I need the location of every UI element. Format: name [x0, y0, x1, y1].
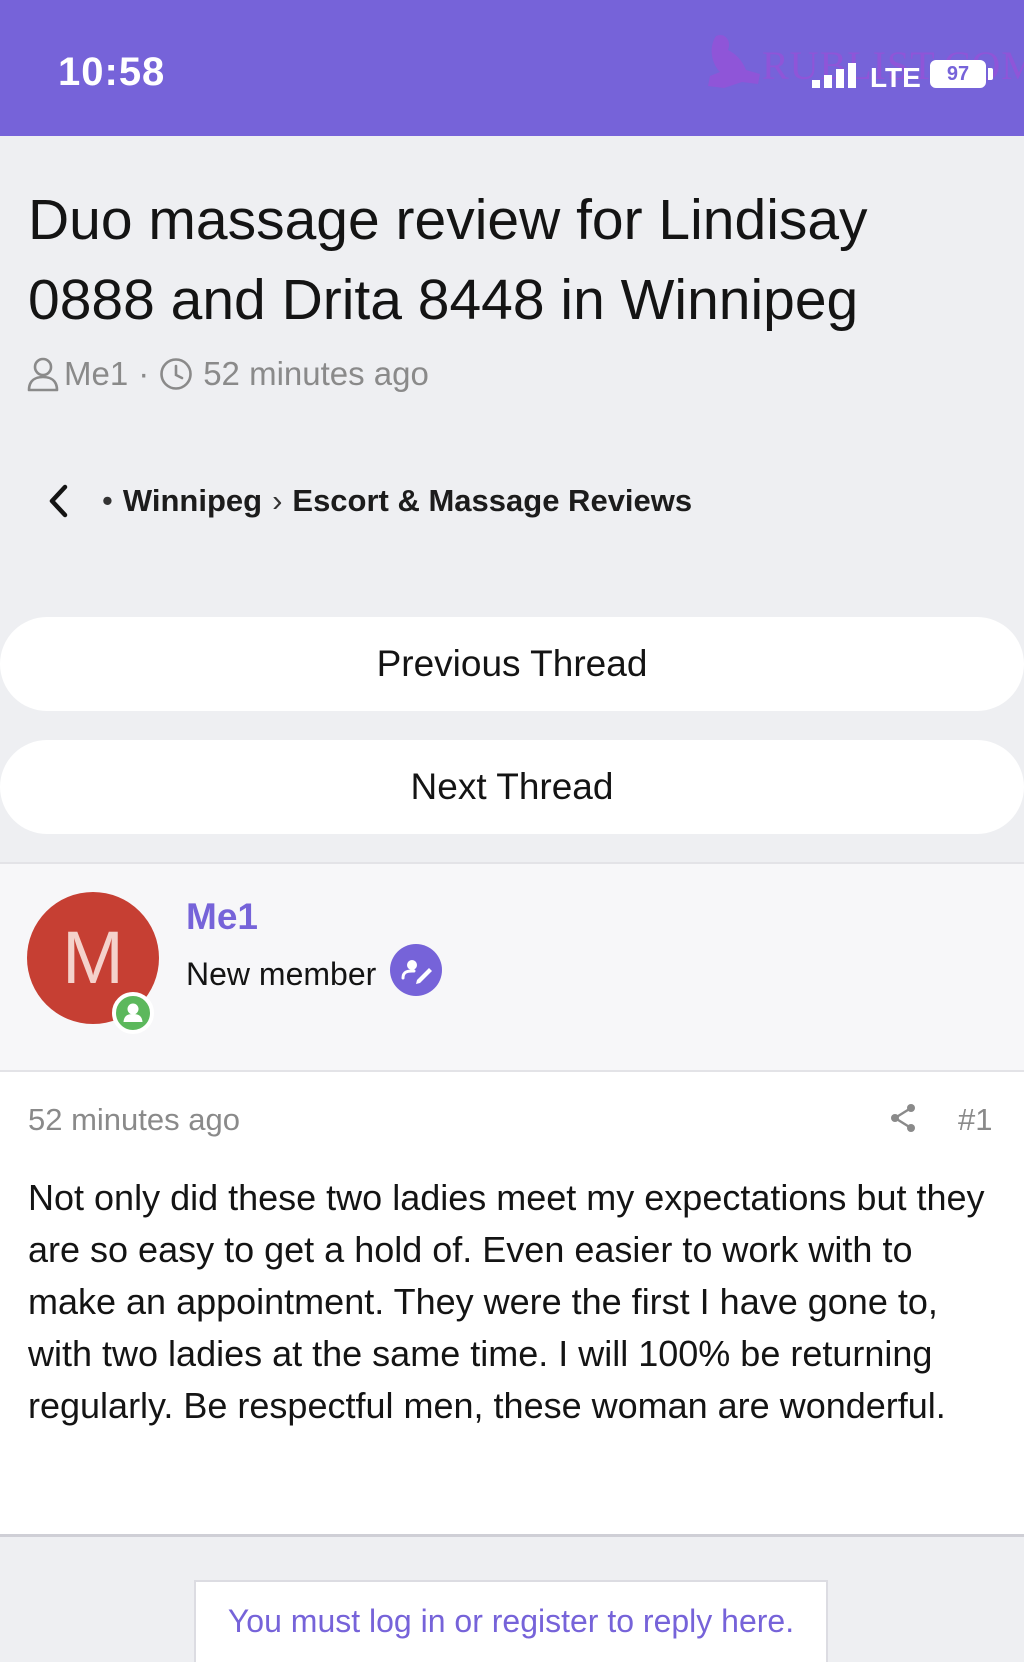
share-icon[interactable]	[888, 1102, 918, 1134]
author-card: M Me1 New member	[0, 862, 1024, 1070]
watermark-figure-icon	[708, 34, 760, 88]
breadcrumb-bullet: •	[102, 483, 113, 518]
author-role: New member	[186, 956, 377, 992]
clock-icon	[160, 358, 193, 390]
battery-cap	[988, 68, 993, 80]
next-thread-button[interactable]: Next Thread	[0, 740, 1024, 834]
post-number-link[interactable]: #1	[958, 1102, 992, 1138]
author-name-link[interactable]: Me1	[186, 896, 258, 938]
breadcrumb-item-reviews[interactable]: Escort & Massage Reviews	[292, 483, 692, 519]
pencil-icon	[390, 944, 442, 996]
battery-icon: 97	[930, 60, 986, 88]
user-icon	[27, 357, 59, 392]
login-to-reply-link[interactable]: You must log in or register to reply her…	[194, 1580, 828, 1662]
thread-meta: Me1 · 52 minutes ago	[26, 352, 429, 396]
thread-author-link[interactable]: Me1	[64, 355, 128, 393]
page-title: Duo massage review for Lindisay 0888 and…	[28, 188, 868, 332]
thread-time[interactable]: 52 minutes ago	[203, 355, 429, 393]
user-online-icon	[112, 992, 154, 1034]
network-type: LTE	[870, 62, 921, 93]
breadcrumb: • Winnipeg › Escort & Massage Reviews	[46, 478, 692, 524]
breadcrumb-item-winnipeg[interactable]: Winnipeg	[123, 483, 262, 519]
meta-separator: ·	[138, 355, 150, 392]
post-body: Not only did these two ladies meet my ex…	[28, 1177, 985, 1426]
post-card: 52 minutes ago #1 Not only did these two…	[0, 1070, 1024, 1537]
status-time: 10:58	[58, 50, 166, 94]
status-bar: 10:58 RUBLIST.COM LTE 97	[0, 0, 1024, 136]
post-time-link[interactable]: 52 minutes ago	[28, 1102, 240, 1138]
signal-bars-icon	[812, 63, 856, 88]
chevron-left-icon[interactable]	[46, 483, 70, 519]
previous-thread-button[interactable]: Previous Thread	[0, 617, 1024, 711]
status-icons: LTE 97	[810, 56, 996, 93]
breadcrumb-separator: ›	[272, 483, 283, 518]
